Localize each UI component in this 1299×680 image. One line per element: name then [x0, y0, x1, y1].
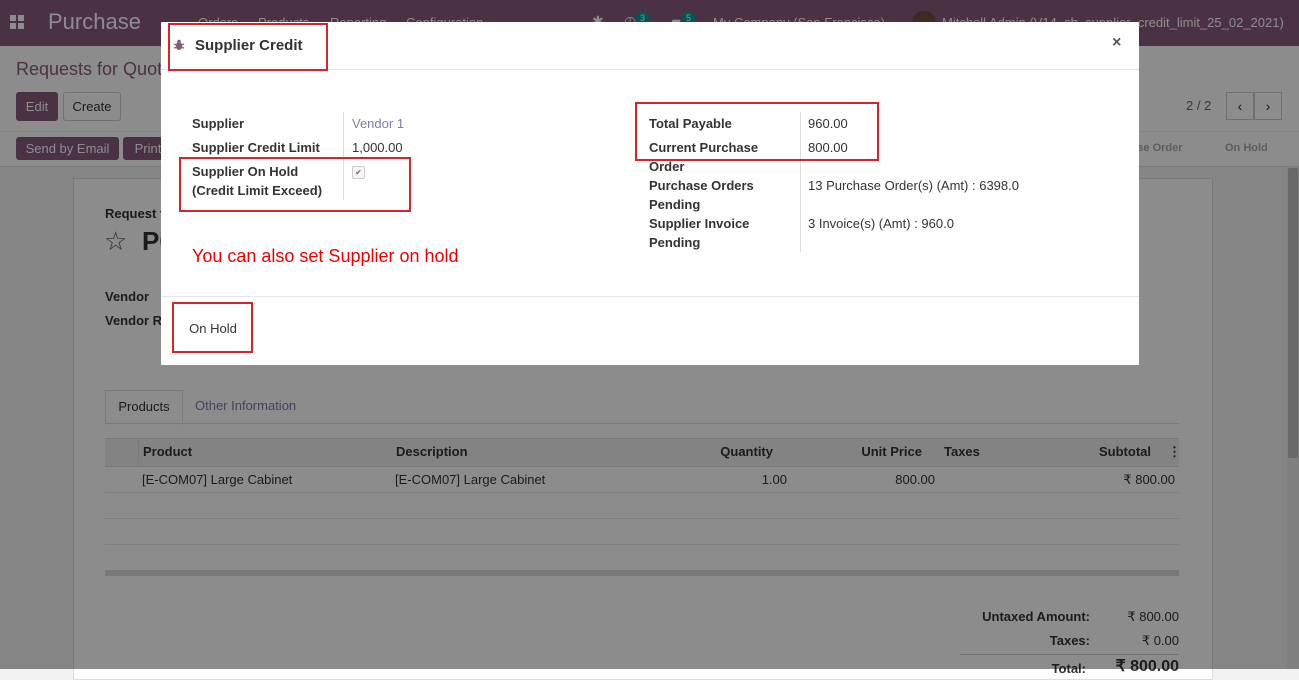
dialog-title: Supplier Credit [195, 37, 303, 54]
dialog-header-divider [161, 69, 1139, 70]
current-purchase-label-line2: Order [649, 159, 685, 174]
invoice-pending-label-line1: Supplier Invoice [649, 216, 750, 231]
field-separator [800, 112, 801, 252]
current-purchase-label-line1: Current Purchase [649, 140, 759, 155]
supplier-on-hold-checkbox[interactable]: ✔ [352, 166, 365, 179]
total-payable-label: Total Payable [649, 116, 732, 131]
bug-icon [173, 39, 185, 50]
invoice-pending-label-line2: Pending [649, 235, 701, 250]
close-icon[interactable]: × [1112, 34, 1121, 52]
credit-limit-label: Supplier Credit Limit [192, 140, 320, 155]
on-hold-label-line1: Supplier On Hold [192, 164, 299, 179]
supplier-link[interactable]: Vendor 1 [352, 114, 404, 133]
total-payable-value: 960.00 [808, 116, 848, 131]
supplier-label: Supplier [192, 116, 245, 131]
on-hold-label-line2: (Credit Limit Exceed) [192, 183, 323, 198]
po-pending-value: 13 Purchase Order(s) (Amt) : 6398.0 [808, 178, 1019, 193]
dialog-footer-divider [161, 296, 1139, 297]
on-hold-button[interactable]: On Hold [180, 314, 246, 342]
po-pending-label-line1: Purchase Orders [649, 178, 754, 193]
annotation-note: You can also set Supplier on hold [192, 246, 459, 266]
credit-limit-value: 1,000.00 [352, 140, 403, 155]
po-pending-label-line2: Pending [649, 197, 701, 212]
invoice-pending-value: 3 Invoice(s) (Amt) : 960.0 [808, 216, 954, 231]
current-purchase-value: 800.00 [808, 140, 848, 155]
field-separator [343, 112, 344, 200]
